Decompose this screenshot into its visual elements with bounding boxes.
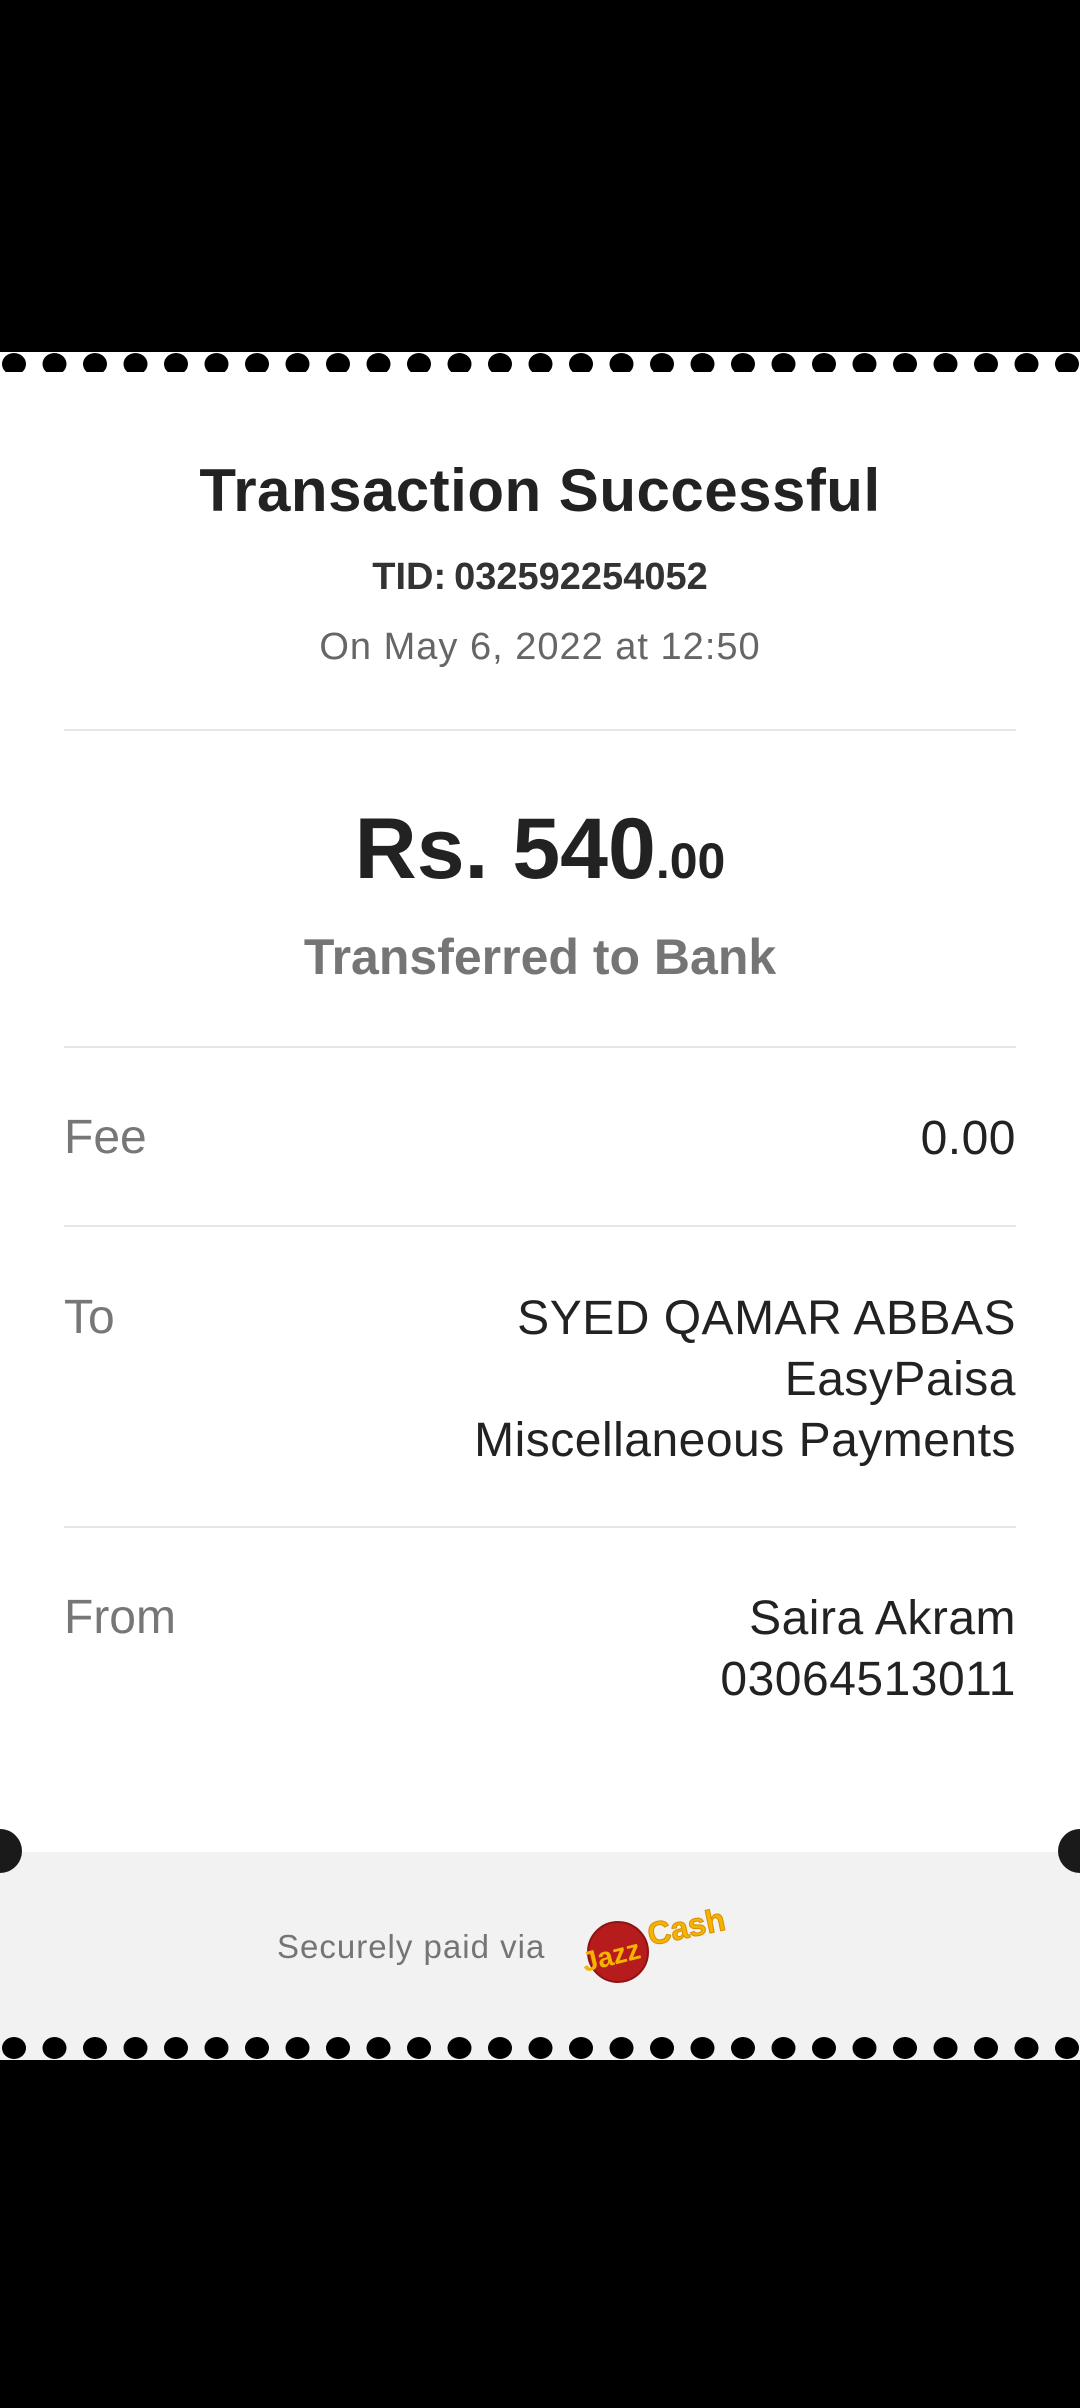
- transaction-amount: Rs. 540.00: [0, 800, 1080, 899]
- transaction-id-label: TID:: [372, 556, 447, 598]
- transaction-id: TID: 032592254052: [0, 556, 1080, 599]
- amount-decimal: .00: [655, 833, 726, 889]
- transaction-status-title: Transaction Successful: [199, 457, 881, 524]
- recipient-bank: EasyPaisa: [784, 1353, 1016, 1406]
- divider: [64, 1225, 1016, 1227]
- from-label: From: [64, 1591, 176, 1644]
- jazzcash-logo-icon: Jazz Cash: [579, 1902, 729, 1983]
- sender-number: 03064513011: [720, 1653, 1016, 1706]
- transaction-id-value: 032592254052: [454, 556, 708, 598]
- transaction-datetime: On May 6, 2022 at 12:50: [319, 626, 761, 668]
- transaction-type: Transferred to Bank: [303, 929, 777, 985]
- sender-name: Saira Akram: [749, 1592, 1016, 1645]
- payment-purpose: Miscellaneous Payments: [474, 1414, 1016, 1467]
- logo-cash-text: Cash: [644, 1902, 728, 1952]
- recipient-name: SYED QAMAR ABBAS: [517, 1292, 1016, 1345]
- secure-payment-text: Securely paid via: [277, 1928, 546, 1965]
- receipt-bottom-edge: [0, 2036, 1080, 2060]
- from-value: Saira Akram 03064513011: [720, 1588, 1016, 1710]
- amount-main: Rs. 540: [354, 801, 656, 897]
- divider: [64, 729, 1016, 731]
- to-value: SYED QAMAR ABBAS EasyPaisa Miscellaneous…: [474, 1288, 1016, 1471]
- fee-value: 0.00: [921, 1108, 1016, 1169]
- receipt-card: [0, 372, 1080, 2046]
- divider: [64, 1526, 1016, 1528]
- to-label: To: [64, 1291, 115, 1344]
- fee-amount: 0.00: [920, 1112, 1016, 1165]
- fee-label: Fee: [64, 1111, 147, 1164]
- divider: [64, 1046, 1016, 1048]
